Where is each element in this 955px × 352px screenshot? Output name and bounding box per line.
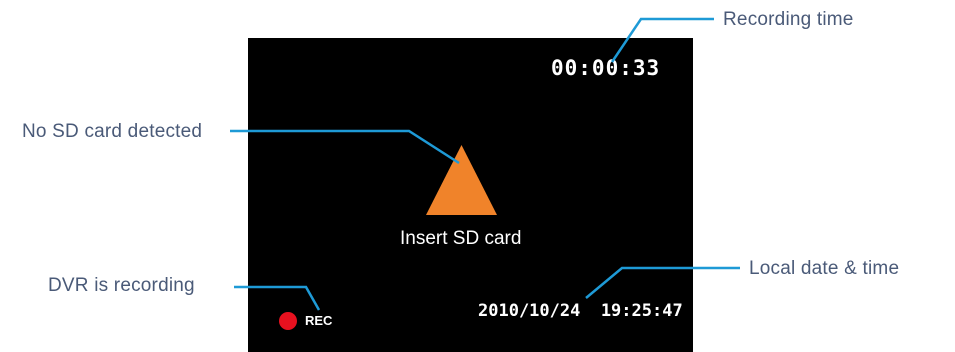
insert-sd-card-message: Insert SD card	[400, 228, 522, 249]
rec-label: REC	[305, 313, 333, 328]
callout-dvr-recording: DVR is recording	[48, 275, 195, 296]
warning-triangle-icon	[426, 145, 497, 215]
callout-recording-time: Recording time	[723, 9, 854, 30]
callout-local-datetime: Local date & time	[749, 258, 900, 279]
callout-no-sd-card: No SD card detected	[22, 121, 203, 142]
recording-timer: 00:00:33	[551, 56, 661, 80]
local-datetime-display: 2010/10/24 19:25:47	[478, 301, 683, 321]
rec-indicator-dot	[279, 312, 297, 330]
